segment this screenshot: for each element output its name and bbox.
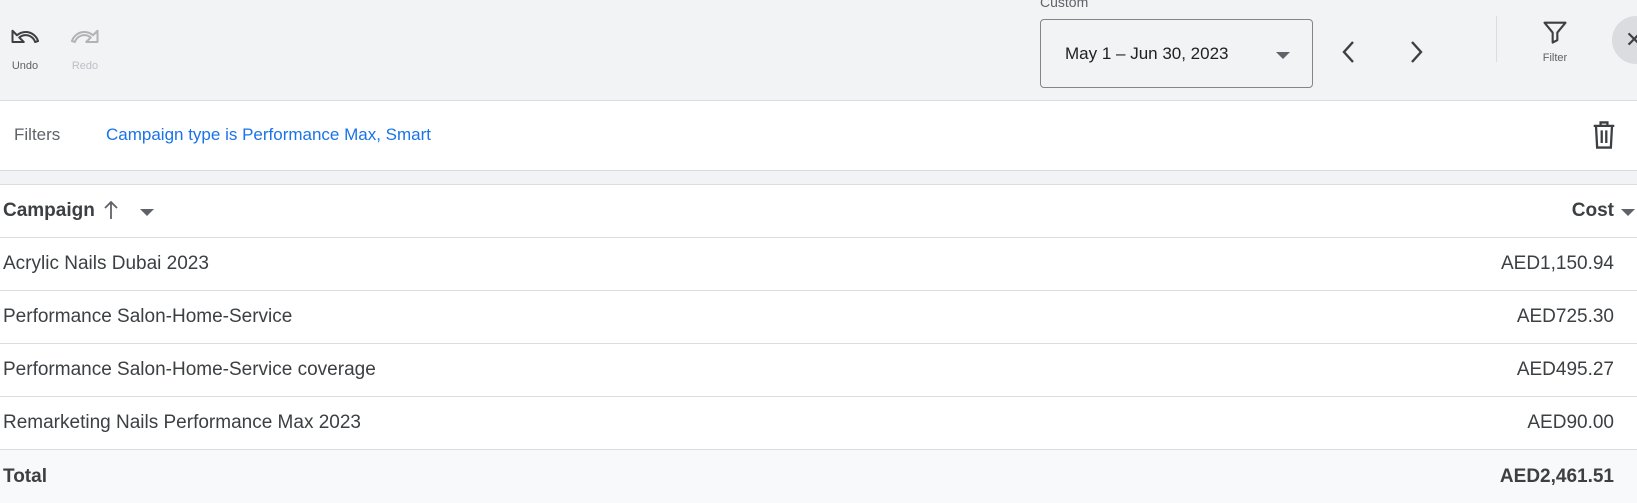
undo-label: Undo — [11, 60, 39, 72]
campaign-cost: AED90.00 — [1527, 412, 1614, 433]
cost-column-menu-icon[interactable] — [1621, 209, 1635, 216]
filters-bar: Filters Campaign type is Performance Max… — [0, 101, 1637, 171]
table-header-row: Campaign Cost — [0, 185, 1637, 238]
active-filter-chip[interactable]: Campaign type is Performance Max, Smart — [106, 125, 431, 145]
date-range-caption: Custom — [1040, 0, 1089, 10]
redo-label: Redo — [71, 60, 99, 72]
total-cost: AED2,461.51 — [1499, 465, 1614, 487]
chevron-down-icon — [1276, 52, 1290, 59]
filters-label: Filters — [14, 125, 61, 144]
close-icon: ✕ — [1625, 27, 1637, 52]
campaign-table: Campaign Cost Acrylic Nails Dubai 2023 A… — [0, 184, 1637, 503]
campaign-cost: AED495.27 — [1516, 359, 1614, 380]
table-row[interactable]: Remarketing Nails Performance Max 2023 A… — [0, 397, 1637, 450]
toolbar: Undo Redo Custom May 1 – Jun 30, 2023 Fi… — [0, 0, 1637, 101]
campaign-name[interactable]: Acrylic Nails Dubai 2023 — [3, 253, 209, 275]
delete-icon[interactable] — [1590, 119, 1618, 151]
campaign-cost: AED725.30 — [1516, 306, 1614, 327]
previous-period-button[interactable] — [1331, 34, 1367, 70]
date-range-value: May 1 – Jun 30, 2023 — [1065, 43, 1229, 63]
table-row[interactable]: Performance Salon-Home-Service coverage … — [0, 344, 1637, 397]
chevron-right-icon — [1411, 41, 1423, 63]
toolbar-divider — [1496, 16, 1497, 62]
campaign-name[interactable]: Remarketing Nails Performance Max 2023 — [3, 412, 361, 434]
campaign-name[interactable]: Performance Salon-Home-Service coverage — [3, 359, 376, 381]
undo-icon — [11, 29, 40, 43]
date-range-select[interactable]: May 1 – Jun 30, 2023 — [1040, 19, 1313, 88]
close-button[interactable]: ✕ — [1612, 16, 1637, 64]
table-total-row: Total AED2,461.51 — [0, 450, 1637, 503]
campaign-name[interactable]: Performance Salon-Home-Service — [3, 306, 292, 328]
campaign-column-menu-icon[interactable] — [140, 209, 154, 216]
redo-button[interactable]: Redo — [60, 22, 110, 72]
column-header-campaign[interactable]: Campaign — [3, 200, 95, 222]
redo-icon — [70, 29, 99, 43]
column-header-cost[interactable]: Cost — [1572, 200, 1614, 222]
campaign-cost: AED1,150.94 — [1500, 253, 1614, 274]
table-row[interactable]: Acrylic Nails Dubai 2023 AED1,150.94 — [0, 238, 1637, 291]
filter-icon — [1543, 21, 1567, 44]
chevron-left-icon — [1342, 41, 1354, 63]
undo-button[interactable]: Undo — [0, 22, 50, 72]
sort-ascending-icon[interactable] — [103, 199, 119, 221]
filter-button[interactable]: Filter — [1530, 18, 1580, 64]
table-row[interactable]: Performance Salon-Home-Service AED725.30 — [0, 291, 1637, 344]
next-period-button[interactable] — [1398, 34, 1434, 70]
filter-label: Filter — [1542, 52, 1568, 64]
total-label: Total — [3, 465, 47, 487]
